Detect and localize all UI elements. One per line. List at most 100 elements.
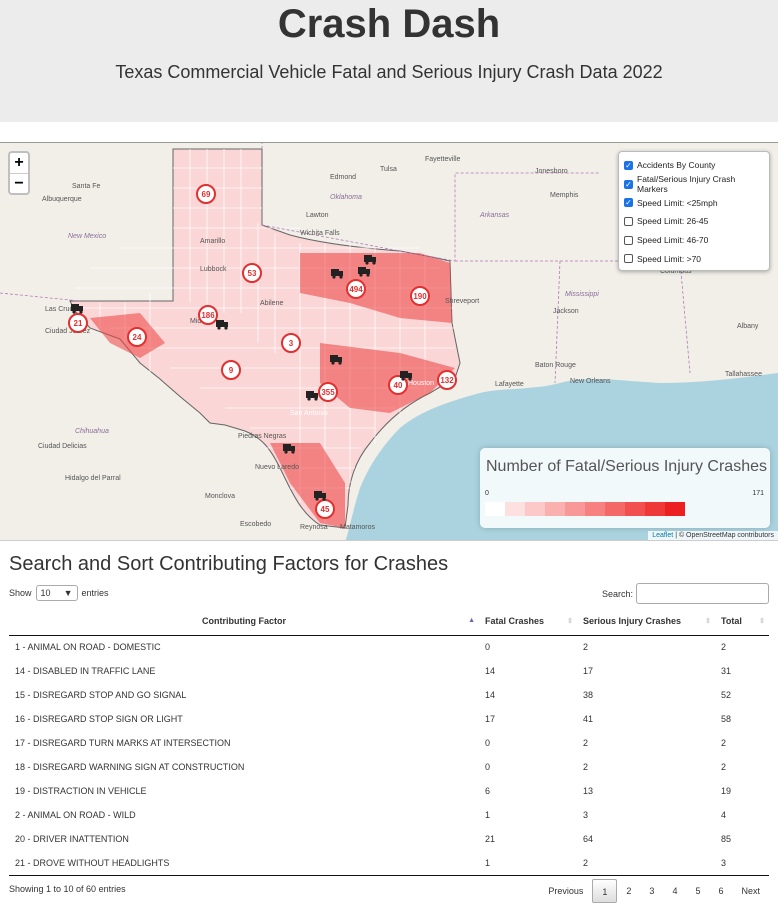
table-cell: 14 - DISABLED IN TRAFFIC LANE bbox=[15, 666, 156, 676]
search-input[interactable] bbox=[636, 583, 769, 604]
table-cell: 2 bbox=[721, 642, 727, 653]
previous-button[interactable]: Previous bbox=[539, 879, 592, 903]
truck-icon[interactable] bbox=[363, 252, 377, 266]
page-length-control: Show 10 ▼ entries bbox=[9, 585, 109, 601]
checkbox-icon[interactable] bbox=[624, 254, 633, 264]
table-row[interactable]: 18 - DISREGARD WARNING SIGN AT CONSTRUCT… bbox=[9, 755, 769, 779]
cluster-marker[interactable]: 190 bbox=[410, 286, 430, 306]
cluster-marker[interactable]: 53 bbox=[242, 263, 262, 283]
table-row[interactable]: 16 - DISREGARD STOP SIGN OR LIGHT 17 41 58 bbox=[9, 707, 769, 731]
label-lawton: Lawton bbox=[306, 212, 329, 219]
layer-speed-over-70[interactable]: Speed Limit: >70 bbox=[624, 249, 764, 268]
table-row[interactable]: 21 - DROVE WITHOUT HEADLIGHTS 1 2 3 bbox=[9, 851, 769, 876]
entries-select[interactable]: 10 ▼ bbox=[35, 585, 78, 601]
table-cell: 2 bbox=[721, 762, 727, 772]
table-info: Showing 1 to 10 of 60 entries bbox=[9, 884, 126, 894]
truck-icon[interactable] bbox=[305, 388, 319, 402]
table-row[interactable]: 20 - DRIVER INATTENTION 21 64 85 bbox=[9, 827, 769, 851]
table-row[interactable]: 17 - DISREGARD TURN MARKS AT INTERSECTIO… bbox=[9, 731, 769, 755]
layer-accidents-by-county[interactable]: ✓ Accidents By County bbox=[624, 156, 764, 175]
table-cell: 17 bbox=[583, 666, 594, 676]
column-label: Contributing Factor bbox=[202, 616, 286, 627]
crash-map[interactable]: Santa Fe Albuquerque New Mexico Las Cruc… bbox=[0, 142, 778, 541]
label-new-orleans: New Orleans bbox=[570, 378, 611, 385]
checkbox-icon[interactable]: ✓ bbox=[624, 179, 633, 189]
checkbox-icon[interactable] bbox=[624, 216, 633, 226]
label-escobedo: Escobedo bbox=[240, 521, 271, 528]
table-row[interactable]: 19 - DISTRACTION IN VEHICLE 6 13 19 bbox=[9, 779, 769, 803]
truck-icon[interactable] bbox=[330, 266, 344, 280]
label-ciudad-delicias: Ciudad Delicias bbox=[38, 443, 87, 450]
cluster-marker[interactable]: 9 bbox=[221, 360, 241, 380]
table-cell: 2 bbox=[583, 762, 589, 772]
cluster-marker[interactable]: 132 bbox=[437, 370, 457, 390]
legend-swatch bbox=[665, 502, 685, 516]
checkbox-icon[interactable]: ✓ bbox=[624, 160, 633, 170]
table-cell: 16 - DISREGARD STOP SIGN OR LIGHT bbox=[15, 714, 183, 724]
legend-max: 171 bbox=[752, 490, 764, 497]
label-baton-rouge: Baton Rouge bbox=[535, 362, 576, 369]
table-cell: 21 - DROVE WITHOUT HEADLIGHTS bbox=[9, 851, 479, 876]
table-cell: 1 - ANIMAL ON ROAD - DOMESTIC bbox=[15, 642, 161, 653]
truck-icon[interactable] bbox=[215, 317, 229, 331]
label-san-antonio: San Antonio bbox=[290, 410, 328, 417]
column-header-factor[interactable]: Contributing Factor ▲ bbox=[9, 608, 479, 636]
cluster-marker[interactable]: 3 bbox=[281, 333, 301, 353]
zoom-out-button[interactable]: − bbox=[10, 173, 28, 193]
zoom-control: + − bbox=[8, 151, 30, 195]
cluster-marker[interactable]: 21 bbox=[68, 313, 88, 333]
layer-speed-26-45[interactable]: Speed Limit: 26-45 bbox=[624, 212, 764, 231]
leaflet-link[interactable]: Leaflet bbox=[652, 532, 673, 539]
label-shreveport: Shreveport bbox=[445, 298, 479, 305]
checkbox-icon[interactable] bbox=[624, 235, 633, 245]
column-label: Serious Injury Crashes bbox=[583, 616, 682, 627]
truck-icon[interactable] bbox=[329, 352, 343, 366]
page-button[interactable]: 3 bbox=[640, 879, 663, 903]
layer-crash-markers[interactable]: ✓ Fatal/Serious Injury Crash Markers bbox=[624, 174, 764, 194]
zoom-in-button[interactable]: + bbox=[10, 153, 28, 173]
layer-label: Speed Limit: <25mph bbox=[637, 197, 718, 208]
label-matamoros: Matamoros bbox=[340, 524, 376, 531]
label-abilene: Abilene bbox=[260, 300, 283, 307]
table-row[interactable]: 14 - DISABLED IN TRAFFIC LANE 14 17 31 bbox=[9, 659, 769, 683]
column-header-serious[interactable]: Serious Injury Crashes ⇕ bbox=[577, 608, 715, 636]
cluster-marker[interactable]: 24 bbox=[127, 327, 147, 347]
label-amarillo: Amarillo bbox=[200, 238, 225, 245]
truck-icon[interactable] bbox=[313, 488, 327, 502]
page-button[interactable]: 1 bbox=[592, 879, 618, 903]
label-jonesboro: Jonesboro bbox=[535, 168, 568, 175]
page-button[interactable]: 5 bbox=[686, 879, 709, 903]
table-row[interactable]: 2 - ANIMAL ON ROAD - WILD 1 3 4 bbox=[9, 803, 769, 827]
next-button[interactable]: Next bbox=[732, 879, 769, 903]
label-albany: Albany bbox=[737, 323, 759, 330]
page-title: Crash Dash bbox=[277, 2, 501, 46]
column-header-total[interactable]: Total ⇕ bbox=[715, 608, 769, 636]
table-row[interactable]: 15 - DISREGARD STOP AND GO SIGNAL 14 38 52 bbox=[9, 683, 769, 707]
page-button[interactable]: 4 bbox=[663, 879, 686, 903]
page-header: Crash Dash Texas Commercial Vehicle Fata… bbox=[0, 0, 778, 122]
cluster-marker[interactable]: 45 bbox=[315, 499, 335, 519]
truck-icon[interactable] bbox=[399, 368, 413, 382]
legend-swatch bbox=[605, 502, 625, 516]
page-button[interactable]: 6 bbox=[709, 879, 732, 903]
table-row[interactable]: 1 - ANIMAL ON ROAD - DOMESTIC 0 2 2 bbox=[9, 635, 769, 659]
sort-icon: ⇕ bbox=[705, 618, 711, 625]
table-cell: 21 bbox=[485, 834, 496, 844]
truck-icon[interactable] bbox=[282, 441, 296, 455]
column-header-fatal[interactable]: Fatal Crashes ⇕ bbox=[479, 608, 577, 636]
page-button[interactable]: 2 bbox=[617, 879, 640, 903]
layer-speed-under-25[interactable]: ✓ Speed Limit: <25mph bbox=[624, 193, 764, 212]
layer-speed-46-70[interactable]: Speed Limit: 46-70 bbox=[624, 231, 764, 250]
checkbox-icon[interactable]: ✓ bbox=[624, 198, 633, 208]
cluster-marker[interactable]: 69 bbox=[196, 184, 216, 204]
factors-table: Contributing Factor ▲ Fatal Crashes ⇕ Seri… bbox=[9, 608, 769, 876]
table-cell: 41 bbox=[583, 714, 594, 724]
table-cell: 17 - DISREGARD TURN MARKS AT INTERSECTIO… bbox=[15, 738, 231, 748]
label-tulsa: Tulsa bbox=[380, 166, 397, 173]
cluster-marker[interactable]: 494 bbox=[346, 279, 366, 299]
label-lafayette: Lafayette bbox=[495, 381, 524, 388]
cluster-marker[interactable]: 355 bbox=[318, 382, 338, 402]
label-hidalgo-del-parral: Hidalgo del Parral bbox=[65, 475, 121, 482]
truck-icon[interactable] bbox=[70, 301, 84, 315]
truck-icon[interactable] bbox=[357, 264, 371, 278]
